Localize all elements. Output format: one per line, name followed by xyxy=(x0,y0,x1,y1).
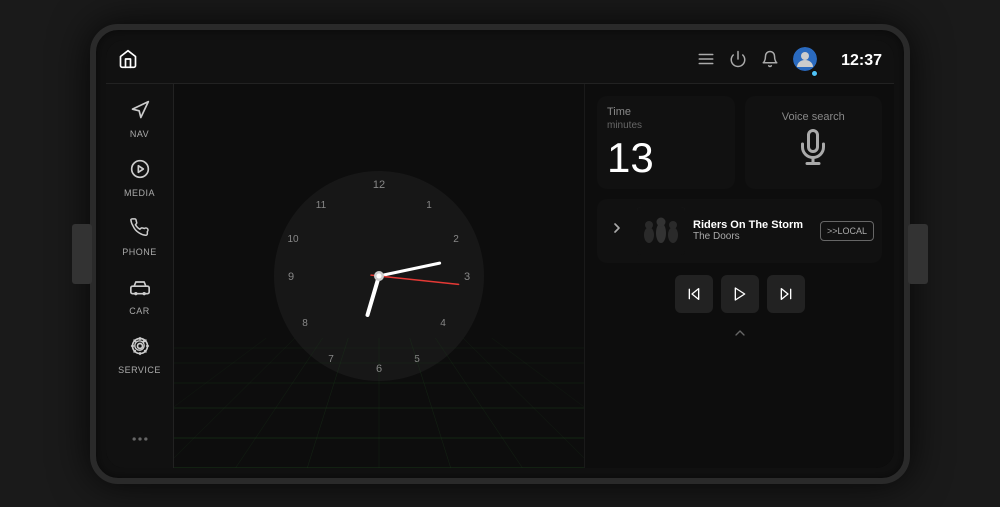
car-display-unit: 12:37 NAV MEDIA xyxy=(90,24,910,484)
track-info: Riders On The Storm The Doors xyxy=(693,219,812,242)
microphone-icon xyxy=(795,129,831,173)
sidebar-item-car[interactable]: CAR xyxy=(110,269,170,324)
time-widget-title: Time xyxy=(607,106,725,118)
clock-display: 12:37 xyxy=(841,52,882,70)
power-icon[interactable] xyxy=(729,50,747,73)
svg-text:12: 12 xyxy=(373,179,385,191)
sidebar-item-service[interactable]: SERVICE xyxy=(110,328,170,383)
time-widget-subtitle: minutes xyxy=(607,120,725,131)
prev-button[interactable] xyxy=(675,275,713,313)
right-panel: Time minutes 13 Voice search xyxy=(584,84,894,468)
svg-text:2: 2 xyxy=(453,234,459,245)
mount-bracket-right xyxy=(908,224,928,284)
top-bar: 12:37 xyxy=(106,40,894,84)
sidebar-item-nav[interactable]: NAV xyxy=(110,92,170,147)
more-dots[interactable] xyxy=(130,429,150,460)
sidebar-item-media[interactable]: MEDIA xyxy=(110,151,170,206)
local-button[interactable]: >>LOCAL xyxy=(820,221,874,241)
album-art-image xyxy=(637,207,685,255)
main-area: NAV MEDIA PHONE xyxy=(106,84,894,468)
sidebar: NAV MEDIA PHONE xyxy=(106,84,174,468)
clock-area: 12 3 6 9 1 2 4 5 7 8 10 11 xyxy=(174,84,584,468)
svg-text:1: 1 xyxy=(426,200,432,211)
top-bar-icons: 12:37 xyxy=(697,47,882,76)
sidebar-item-phone[interactable]: PHONE xyxy=(110,210,170,265)
nav-label: NAV xyxy=(130,129,149,139)
now-playing-row: Riders On The Storm The Doors >>LOCAL xyxy=(597,199,882,263)
nav-icon xyxy=(130,100,150,126)
time-widget: Time minutes 13 xyxy=(597,96,735,189)
voice-widget[interactable]: Voice search xyxy=(745,96,883,189)
mount-bracket-left xyxy=(72,224,92,284)
svg-text:4: 4 xyxy=(440,318,446,329)
menu-icon[interactable] xyxy=(697,50,715,73)
grid-floor xyxy=(174,338,584,468)
phone-icon xyxy=(130,218,150,244)
collapse-button[interactable] xyxy=(597,323,882,343)
svg-text:8: 8 xyxy=(302,318,308,329)
track-title: Riders On The Storm xyxy=(693,219,812,231)
next-button[interactable] xyxy=(767,275,805,313)
car-label: CAR xyxy=(129,306,150,316)
track-artist: The Doors xyxy=(693,231,812,242)
svg-text:11: 11 xyxy=(316,200,327,211)
time-widget-value: 13 xyxy=(607,137,725,179)
user-icon[interactable] xyxy=(793,47,817,76)
svg-text:10: 10 xyxy=(287,234,299,245)
service-icon xyxy=(130,336,150,362)
screen: 12:37 NAV MEDIA xyxy=(106,40,894,468)
media-icon xyxy=(130,159,150,185)
car-icon xyxy=(130,277,150,303)
home-icon[interactable] xyxy=(118,49,138,74)
media-label: MEDIA xyxy=(124,188,155,198)
svg-text:3: 3 xyxy=(464,271,470,283)
bell-icon[interactable] xyxy=(761,50,779,73)
play-button[interactable] xyxy=(721,275,759,313)
service-label: SERVICE xyxy=(118,365,161,375)
voice-widget-title: Voice search xyxy=(782,111,845,123)
phone-label: PHONE xyxy=(122,247,157,257)
expand-button[interactable] xyxy=(605,216,629,245)
album-art xyxy=(637,207,685,255)
playback-controls xyxy=(597,275,882,313)
svg-text:9: 9 xyxy=(288,271,294,283)
widgets-row: Time minutes 13 Voice search xyxy=(597,96,882,189)
